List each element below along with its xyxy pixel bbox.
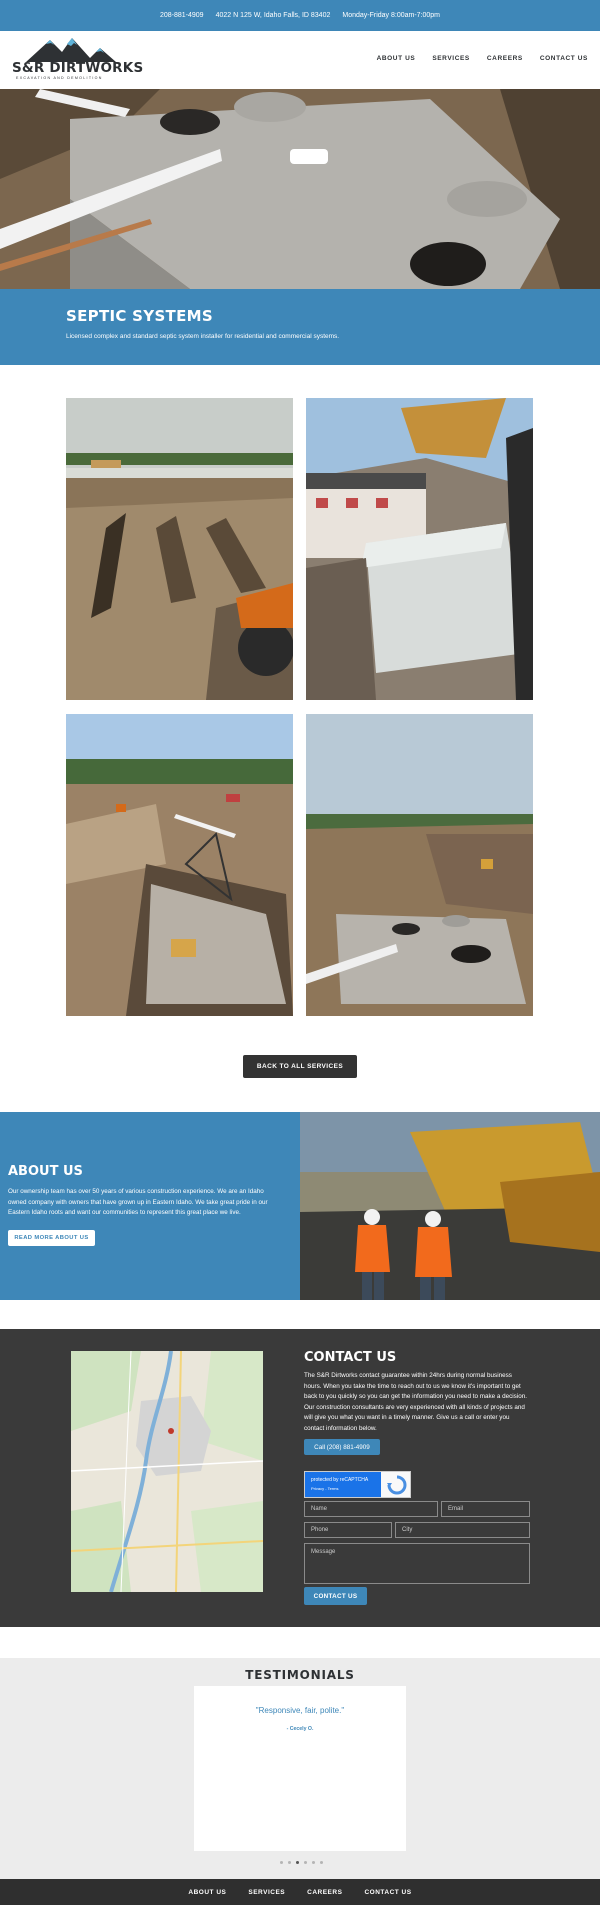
about-body: Our ownership team has over 50 years of … <box>8 1188 268 1216</box>
back-to-all-services-button[interactable]: BACK TO ALL SERVICES <box>243 1055 357 1078</box>
testimonial-quote: "Responsive, fair, polite." <box>255 1706 345 1715</box>
about-section: ABOUT US Our ownership team has over 50 … <box>0 1112 300 1300</box>
footer-nav-contact-us[interactable]: CONTACT US <box>364 1889 411 1896</box>
testimonial-author: - Cecely O. <box>286 1726 314 1732</box>
recaptcha-text: protected by reCAPTCHA <box>311 1477 369 1483</box>
about-title: ABOUT US <box>8 1164 83 1179</box>
recaptcha-label-panel: protected by reCAPTCHA Privacy - Terms <box>305 1472 381 1497</box>
footer-nav-services[interactable]: SERVICES <box>248 1889 285 1896</box>
gallery-photo-tank-lift[interactable] <box>306 398 533 700</box>
nav-services[interactable]: SERVICES <box>432 55 470 62</box>
nav-careers[interactable]: CAREERS <box>487 55 523 62</box>
recaptcha-icon <box>387 1475 407 1495</box>
page-subtitle: Licensed complex and standard septic sys… <box>66 333 340 340</box>
top-info-bar: 208-881-4909 4022 N 125 W, Idaho Falls, … <box>0 0 600 31</box>
gallery-photo-tank-in-trench[interactable] <box>66 714 293 1016</box>
nav-contact-us[interactable]: CONTACT US <box>540 55 588 62</box>
gallery-photo-tank-installed[interactable] <box>306 714 533 1016</box>
carousel-dot-active[interactable] <box>296 1861 299 1864</box>
read-more-about-button[interactable]: READ MORE ABOUT US <box>8 1230 95 1246</box>
recaptcha-links[interactable]: Privacy - Terms <box>311 1486 338 1491</box>
gallery-photo-trenches[interactable] <box>66 398 293 700</box>
carousel-dots <box>280 1861 323 1864</box>
page-title: SEPTIC SYSTEMS <box>66 307 213 325</box>
name-field[interactable]: Name <box>304 1501 438 1517</box>
carousel-dot[interactable] <box>280 1861 283 1864</box>
logo[interactable]: S&R DIRTWORKS EXCAVATION AND DEMOLITION <box>12 36 144 84</box>
testimonials-section: TESTIMONIALS "Responsive, fair, polite."… <box>0 1658 600 1879</box>
testimonials-title: TESTIMONIALS <box>245 1668 355 1682</box>
recaptcha-badge[interactable]: protected by reCAPTCHA Privacy - Terms <box>304 1471 411 1498</box>
logo-tagline: EXCAVATION AND DEMOLITION <box>16 76 103 80</box>
main-nav: ABOUT US SERVICES CAREERS CONTACT US <box>377 55 588 62</box>
topbar-phone[interactable]: 208-881-4909 <box>160 12 204 19</box>
mountain-logo-icon <box>26 38 116 62</box>
carousel-dot[interactable] <box>288 1861 291 1864</box>
location-map[interactable] <box>71 1351 263 1592</box>
nav-about-us[interactable]: ABOUT US <box>377 55 416 62</box>
footer-nav-about-us[interactable]: ABOUT US <box>188 1889 226 1896</box>
logo-name: S&R DIRTWORKS <box>12 60 144 76</box>
contact-submit-button[interactable]: CONTACT US <box>304 1587 367 1605</box>
topbar-hours: Monday-Friday 8:00am-7:00pm <box>342 12 441 19</box>
carousel-dot[interactable] <box>312 1861 315 1864</box>
topbar-address: 4022 N 125 W, Idaho Falls, ID 83402 <box>215 12 331 19</box>
carousel-dot[interactable] <box>320 1861 323 1864</box>
testimonial-card: "Responsive, fair, polite." - Cecely O. <box>194 1686 406 1851</box>
about-photo-workers <box>300 1112 600 1300</box>
call-phone-button[interactable]: Call (208) 881-4909 <box>304 1439 380 1455</box>
contact-title: CONTACT US <box>304 1350 397 1365</box>
contact-body: The S&R Dirtworks contact guarantee with… <box>304 1372 527 1432</box>
page-title-banner: SEPTIC SYSTEMS Licensed complex and stan… <box>0 289 600 365</box>
city-field[interactable]: City <box>395 1522 530 1538</box>
email-field[interactable]: Email <box>441 1501 530 1517</box>
contact-section: CONTACT US The S&R Dirtworks contact gua… <box>0 1329 600 1627</box>
message-field[interactable]: Message <box>304 1543 530 1584</box>
carousel-dot[interactable] <box>304 1861 307 1864</box>
phone-field[interactable]: Phone <box>304 1522 392 1538</box>
site-header: S&R DIRTWORKS EXCAVATION AND DEMOLITION … <box>0 31 600 89</box>
footer-nav-careers[interactable]: CAREERS <box>307 1889 342 1896</box>
hero-image-septic-tank <box>0 89 600 289</box>
footer-nav: ABOUT US SERVICES CAREERS CONTACT US <box>0 1879 600 1905</box>
